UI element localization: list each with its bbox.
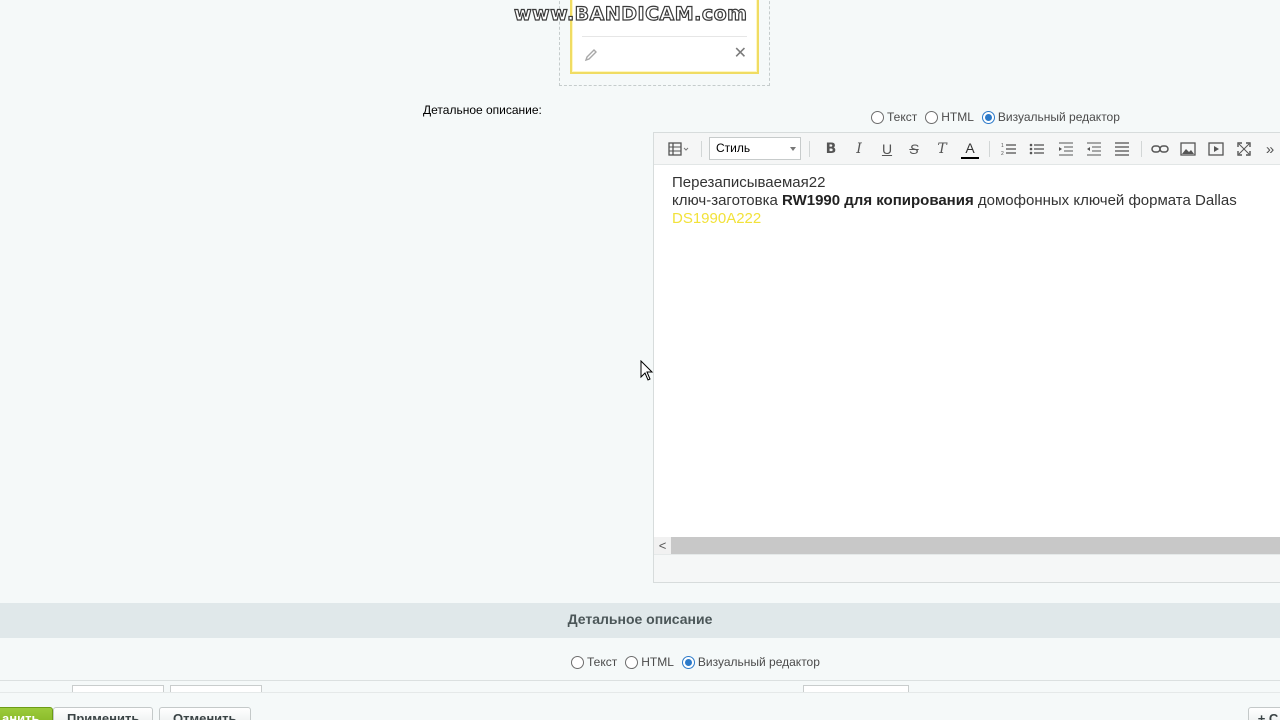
mode-text-option[interactable]: Текст (871, 110, 917, 124)
content-line-2-prefix: ключ-заготовка (672, 192, 783, 209)
content-line-3: DS1990A222 (672, 210, 762, 227)
pencil-icon[interactable] (584, 48, 598, 62)
unordered-list-icon[interactable] (1028, 139, 1046, 159)
italic-icon[interactable]: I (850, 139, 868, 159)
font-color-icon[interactable]: A (961, 139, 979, 159)
section-mode-visual-label: Визуальный редактор (697, 655, 820, 669)
section-mode-html-option[interactable]: HTML (625, 655, 674, 669)
svg-text:1: 1 (1001, 143, 1004, 149)
mode-html-label: HTML (941, 110, 974, 124)
fullscreen-icon[interactable] (1234, 139, 1254, 159)
style-select[interactable]: Стиль (709, 137, 801, 160)
section-template-select[interactable] (803, 685, 909, 692)
align-icon[interactable] (1113, 139, 1131, 159)
video-icon[interactable] (1206, 139, 1226, 159)
section-radio-visual[interactable] (681, 655, 695, 669)
editor-content[interactable]: Перезаписываемая22 ключ-заготовка RW1990… (672, 174, 1280, 228)
content-line-2-suffix: домофонных ключей формата Dallas (973, 192, 1237, 209)
recording-watermark: www.BANDICAM.com (513, 2, 748, 25)
section-radio-text[interactable] (571, 655, 584, 669)
layout-icon[interactable] (664, 139, 694, 159)
form-actions-bar: анить Применить Отменить + С (0, 692, 1280, 720)
mode-visual-option[interactable]: Визуальный редактор (981, 110, 1120, 124)
toolbar-separator (809, 141, 810, 157)
close-icon[interactable]: ✕ (734, 46, 747, 62)
visual-editor: Стиль B I U S T A 12 » Перезаписываемая2… (653, 132, 1280, 583)
mouse-cursor-icon (640, 360, 654, 381)
link-icon[interactable] (1150, 139, 1170, 159)
content-line-1: Перезаписываемая22 (672, 174, 826, 191)
ordered-list-icon[interactable]: 12 (1000, 139, 1018, 159)
image-icon[interactable] (1178, 139, 1198, 159)
toolbar-separator (989, 141, 990, 157)
cancel-button[interactable]: Отменить (159, 707, 251, 720)
content-line-2-bold: RW1990 для копирования (782, 192, 974, 209)
more-icon[interactable]: » (1263, 139, 1277, 159)
image-preview-divider (582, 36, 747, 37)
editor-statusbar (654, 554, 1280, 582)
mode-html-option[interactable]: HTML (925, 110, 974, 124)
toolbar-separator (701, 141, 702, 157)
mode-text-label: Текст (887, 110, 918, 124)
editor-toolbar: Стиль B I U S T A 12 » (654, 133, 1280, 165)
horizontal-scrollbar[interactable]: < (654, 537, 1280, 554)
section-radio-html[interactable] (625, 655, 639, 669)
section-mode-switch: Текст HTML Визуальный редактор (571, 655, 828, 669)
strikethrough-icon[interactable]: S (905, 139, 923, 159)
section-header: Детальное описание (0, 603, 1280, 638)
radio-html[interactable] (925, 110, 939, 124)
section-font-select[interactable] (170, 685, 262, 692)
section-mode-visual-option[interactable]: Визуальный редактор (681, 655, 820, 669)
chevron-down-icon (790, 147, 796, 151)
editor-mode-switch: Текст HTML Визуальный редактор (871, 110, 1128, 124)
section-mode-text-option[interactable]: Текст (571, 655, 617, 669)
detail-description-label: Детальное описание: (423, 103, 542, 117)
underline-icon[interactable]: U (878, 139, 896, 159)
outdent-icon[interactable] (1057, 139, 1075, 159)
add-button[interactable]: + С (1248, 707, 1280, 720)
style-select-value: Стиль (716, 141, 751, 155)
save-button[interactable]: анить (0, 707, 54, 720)
mode-visual-label: Визуальный редактор (997, 110, 1120, 124)
radio-visual[interactable] (981, 110, 995, 124)
radio-text[interactable] (871, 110, 884, 124)
toolbar-separator (1141, 141, 1142, 157)
scroll-left-icon[interactable]: < (654, 537, 671, 554)
section-mode-text-label: Текст (587, 655, 618, 669)
svg-text:2: 2 (1001, 151, 1004, 156)
section-style-select[interactable] (72, 685, 164, 692)
content-line-2: ключ-заготовка RW1990 для копирования до… (672, 192, 1280, 210)
bold-icon[interactable]: B (822, 139, 840, 159)
clear-format-icon[interactable]: T (933, 139, 951, 159)
indent-icon[interactable] (1085, 139, 1103, 159)
section-mode-html-label: HTML (641, 655, 674, 669)
section-editor-toolbar (0, 680, 1280, 692)
apply-button[interactable]: Применить (53, 707, 154, 720)
